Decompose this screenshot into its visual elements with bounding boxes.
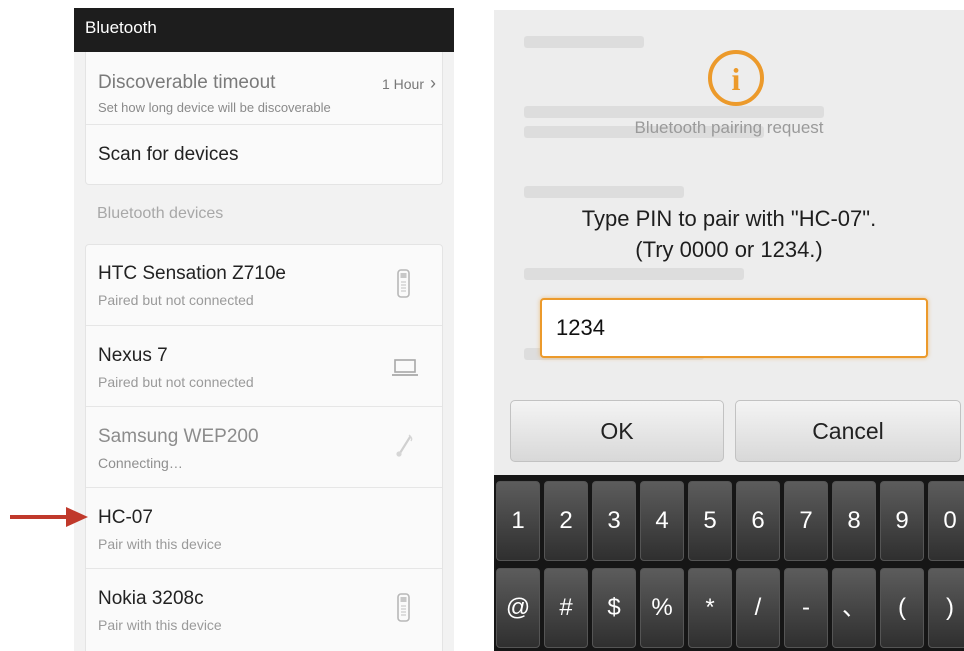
key-at[interactable]: @	[496, 568, 540, 648]
discoverable-timeout-title: Discoverable timeout	[98, 72, 276, 93]
key-dash[interactable]: -	[784, 568, 828, 648]
key-3[interactable]: 3	[592, 481, 636, 561]
device-row-nexus[interactable]: Nexus 7 Paired but not connected	[86, 326, 442, 407]
key-8[interactable]: 8	[832, 481, 876, 561]
discoverable-timeout-row[interactable]: Discoverable timeout Set how long device…	[86, 52, 442, 125]
devices-card: HTC Sensation Z710e Paired but not conne…	[85, 244, 443, 651]
device-row-samsung[interactable]: Samsung WEP200 Connecting…	[86, 407, 442, 488]
key-open-paren[interactable]: (	[880, 568, 924, 648]
pairing-dialog: i Bluetooth pairing request Type PIN to …	[494, 10, 964, 475]
phone-icon	[397, 269, 410, 298]
device-row-nokia[interactable]: Nokia 3208c Pair with this device	[86, 569, 442, 651]
key-comma[interactable]: 、	[832, 568, 876, 648]
cancel-button[interactable]: Cancel	[735, 400, 961, 462]
red-arrow-annotation	[10, 507, 88, 527]
pairing-screen: i Bluetooth pairing request Type PIN to …	[494, 10, 964, 651]
svg-text:i: i	[732, 61, 741, 97]
device-name: HC-07	[98, 507, 153, 528]
app-header-title: Bluetooth	[74, 8, 454, 52]
key-7[interactable]: 7	[784, 481, 828, 561]
key-close-paren[interactable]: )	[928, 568, 964, 648]
key-6[interactable]: 6	[736, 481, 780, 561]
device-name: Nexus 7	[98, 345, 168, 366]
key-slash[interactable]: /	[736, 568, 780, 648]
key-asterisk[interactable]: *	[688, 568, 732, 648]
device-status: Pair with this device	[98, 536, 222, 552]
pin-instructions-line2: (Try 0000 or 1234.)	[635, 237, 823, 262]
pin-instructions-line1: Type PIN to pair with "HC-07".	[581, 206, 877, 231]
device-row-htc[interactable]: HTC Sensation Z710e Paired but not conne…	[86, 245, 442, 326]
bluetooth-settings-screen: Bluetooth Discoverable timeout Set how l…	[74, 8, 454, 651]
numeric-keyboard: 1 2 3 4 5 6 7 8 9 0 @ # $ % * / - 、 ( )	[494, 475, 964, 651]
device-row-hc07[interactable]: HC-07 Pair with this device	[86, 488, 442, 569]
ok-button[interactable]: OK	[510, 400, 724, 462]
scan-for-devices-row[interactable]: Scan for devices	[86, 125, 442, 184]
key-1[interactable]: 1	[496, 481, 540, 561]
scan-for-devices-label: Scan for devices	[98, 144, 239, 165]
discoverable-timeout-subtitle: Set how long device will be discoverable	[98, 100, 331, 115]
headset-icon	[396, 434, 413, 457]
key-0[interactable]: 0	[928, 481, 964, 561]
pin-input[interactable]	[540, 298, 928, 358]
info-icon: i	[708, 50, 764, 106]
phone-icon	[397, 593, 410, 622]
device-name: HTC Sensation Z710e	[98, 263, 286, 284]
device-status: Paired but not connected	[98, 292, 254, 308]
device-name: Nokia 3208c	[98, 588, 204, 609]
laptop-icon	[392, 359, 418, 376]
dialog-title: Bluetooth pairing request	[634, 118, 824, 137]
key-percent[interactable]: %	[640, 568, 684, 648]
settings-card: Discoverable timeout Set how long device…	[85, 52, 443, 185]
device-status: Connecting…	[98, 455, 183, 471]
discoverable-timeout-value: 1 Hour	[381, 76, 424, 92]
key-2[interactable]: 2	[544, 481, 588, 561]
key-5[interactable]: 5	[688, 481, 732, 561]
device-status: Paired but not connected	[98, 374, 254, 390]
key-4[interactable]: 4	[640, 481, 684, 561]
key-dollar[interactable]: $	[592, 568, 636, 648]
device-name: Samsung WEP200	[98, 426, 259, 447]
key-9[interactable]: 9	[880, 481, 924, 561]
bluetooth-devices-section-title: Bluetooth devices	[97, 205, 224, 222]
key-hash[interactable]: #	[544, 568, 588, 648]
chevron-right-icon: ›	[430, 73, 436, 93]
pin-instructions: Type PIN to pair with "HC-07". (Try 0000…	[494, 203, 964, 265]
device-status: Pair with this device	[98, 617, 222, 633]
